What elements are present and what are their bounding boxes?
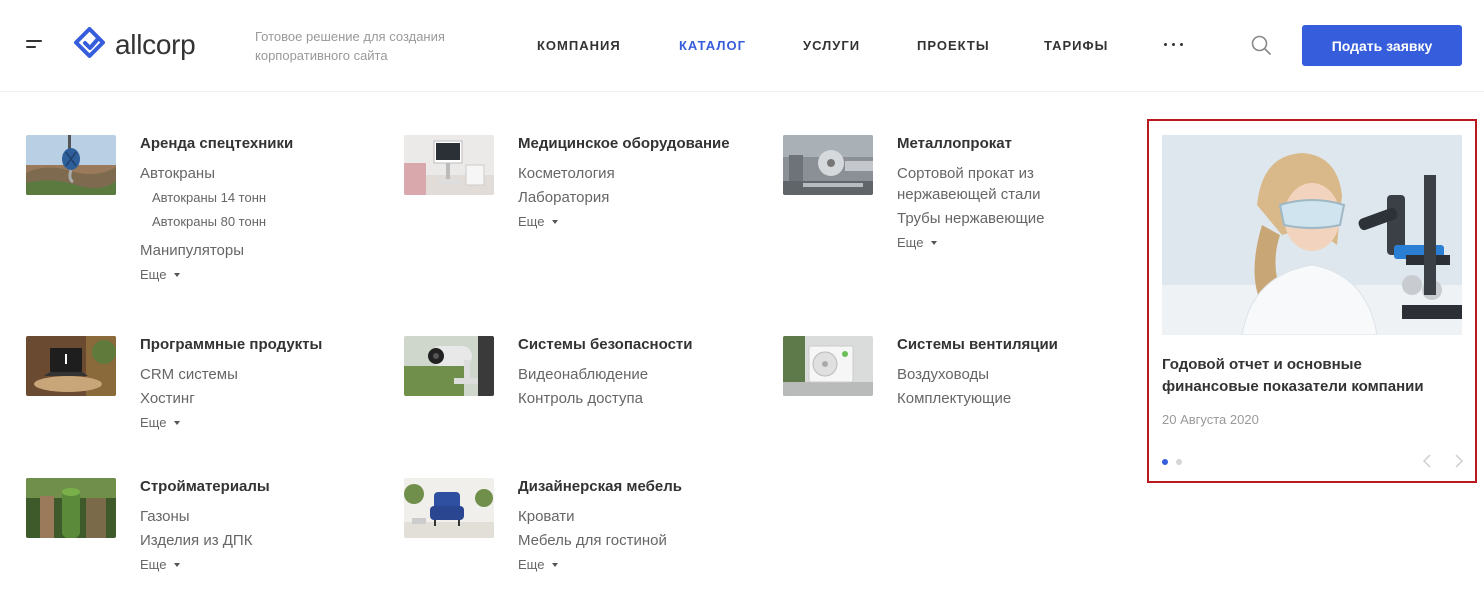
nav-item-tariffs[interactable]: Тарифы [1044,38,1108,53]
catalog-link[interactable]: Автокраны [140,163,380,184]
news-image[interactable] [1162,135,1462,335]
burger-menu-icon[interactable] [26,40,44,50]
catalog-link[interactable]: Газоны [140,506,380,527]
more-link[interactable]: Еще [140,557,181,572]
caret-down-icon [552,219,559,224]
catalog-title[interactable]: Аренда спецтехники [140,135,380,153]
catalog-image-lawn[interactable] [26,478,116,538]
catalog-image-crane[interactable] [26,135,116,195]
caret-down-icon [552,562,559,567]
search-icon[interactable] [1250,34,1272,56]
catalog-link[interactable]: Лаборатория [518,187,758,208]
more-label: Еще [897,235,924,250]
nav-item-catalog[interactable]: Каталог [679,38,746,53]
burger-line [26,40,42,42]
catalog-body: Металлопрокат Сортовой прокат из нержаве… [897,135,1137,252]
caret-down-icon [931,240,938,245]
nav-item-company[interactable]: Компания [537,38,621,53]
submit-request-button[interactable]: Подать заявку [1302,25,1462,66]
burger-line [26,46,36,48]
catalog-link[interactable]: Трубы нержавеющие [897,208,1137,229]
catalog-link[interactable]: Комплектующие [897,388,1137,409]
catalog-title[interactable]: Программные продукты [140,336,380,354]
catalog-link[interactable]: Воздуховоды [897,364,1137,385]
catalog-link[interactable]: Контроль доступа [518,388,758,409]
more-label: Еще [518,557,545,572]
catalog-body: Аренда спецтехники Автокраны Автокраны 1… [140,135,380,284]
news-date: 20 Августа 2020 [1162,412,1259,427]
slider-dot[interactable] [1176,459,1182,465]
logo[interactable]: allcorp [73,27,196,63]
caret-down-icon [174,420,181,425]
catalog-link[interactable]: Изделия из ДПК [140,530,380,551]
slider-next-icon[interactable] [1450,453,1466,469]
slider-dot-active[interactable] [1162,459,1168,465]
nav-item-services[interactable]: Услуги [803,38,860,53]
catalog-image-medical[interactable] [404,135,494,195]
catalog-sublink[interactable]: Автокраны 80 тонн [152,213,380,231]
catalog-title[interactable]: Дизайнерская мебель [518,478,758,496]
catalog-image-ac-unit[interactable] [783,336,873,396]
more-dots-icon[interactable] [1164,43,1184,47]
catalog-link[interactable]: Манипуляторы [140,240,380,261]
catalog-title[interactable]: Системы вентиляции [897,336,1137,354]
more-link[interactable]: Еще [518,214,559,229]
catalog-body: Стройматериалы Газоны Изделия из ДПК Еще [140,478,380,574]
catalog-image-metal[interactable] [783,135,873,195]
catalog-body: Системы безопасности Видеонаблюдение Кон… [518,336,758,409]
catalog-link[interactable]: Мебель для гостиной [518,530,758,551]
catalog-title[interactable]: Медицинское оборудование [518,135,758,153]
catalog-body: Программные продукты CRM системы Хостинг… [140,336,380,432]
caret-down-icon [174,272,181,277]
more-link[interactable]: Еще [897,235,938,250]
catalog-title[interactable]: Металлопрокат [897,135,1137,153]
catalog-body: Системы вентиляции Воздуховоды Комплекту… [897,336,1137,409]
more-label: Еще [140,415,167,430]
catalog-image-armchair[interactable] [404,478,494,538]
catalog-link[interactable]: Косметология [518,163,758,184]
catalog-body: Медицинское оборудование Косметология Ла… [518,135,758,231]
catalog-title[interactable]: Стройматериалы [140,478,380,496]
slider-prev-icon[interactable] [1420,453,1436,469]
site-header: allcorp Готовое решение для создания кор… [0,0,1484,92]
more-link[interactable]: Еще [140,267,181,282]
catalog-link[interactable]: Кровати [518,506,758,527]
caret-down-icon [174,562,181,567]
more-label: Еще [518,214,545,229]
catalog-link[interactable]: CRM системы [140,364,380,385]
catalog-link[interactable]: Хостинг [140,388,380,409]
catalog-link[interactable]: Сортовой прокат из нержавеющей стали [897,163,1077,205]
more-label: Еще [140,267,167,282]
news-title[interactable]: Годовой отчет и основные финансовые пока… [1162,354,1457,398]
catalog-title[interactable]: Системы безопасности [518,336,758,354]
site-tagline: Готовое решение для создания корпоративн… [255,29,445,63]
more-link[interactable]: Еще [140,415,181,430]
more-label: Еще [140,557,167,572]
more-link[interactable]: Еще [518,557,559,572]
catalog-image-laptop[interactable] [26,336,116,396]
catalog-image-camera[interactable] [404,336,494,396]
catalog-body: Дизайнерская мебель Кровати Мебель для г… [518,478,758,574]
nav-item-projects[interactable]: Проекты [917,38,990,53]
slider-pagination [1162,459,1186,465]
catalog-sublink[interactable]: Автокраны 14 тонн [152,189,380,207]
logo-text: allcorp [115,29,196,60]
logo-mark-icon [74,27,105,58]
catalog-link[interactable]: Видеонаблюдение [518,364,758,385]
